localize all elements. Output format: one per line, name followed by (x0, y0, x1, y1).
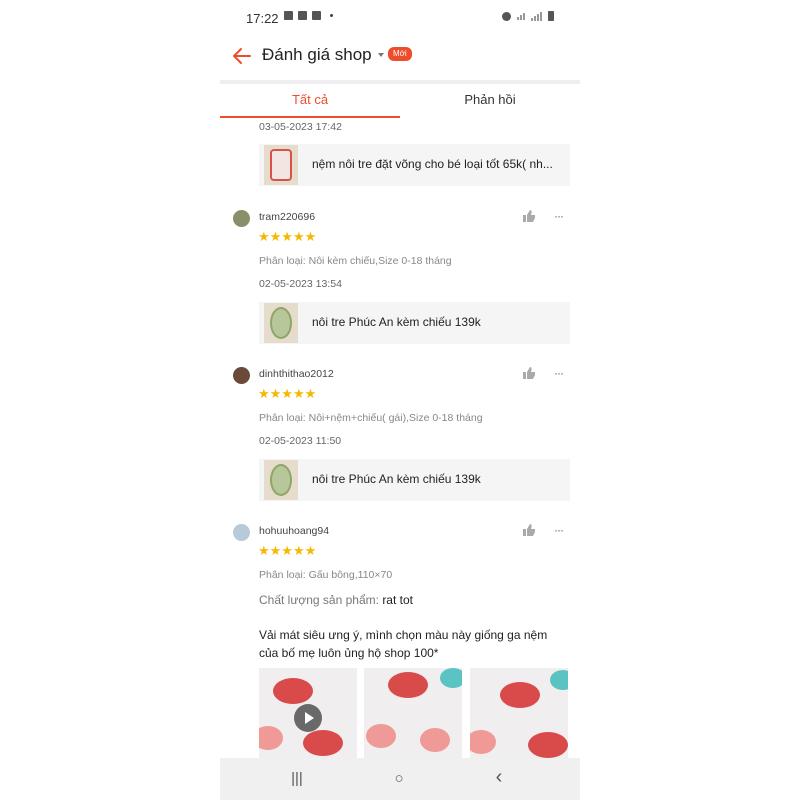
back-arrow-icon[interactable] (230, 44, 254, 68)
back-button[interactable]: ‹ (484, 766, 514, 788)
shop-icon (298, 11, 307, 20)
notification-icons (284, 11, 333, 20)
tab-all[interactable]: Tất cả (220, 84, 400, 118)
status-time: 17:22 (246, 11, 279, 26)
home-button[interactable]: ○ (384, 770, 414, 788)
product-name: nôi tre Phúc An kèm chiếu 139k (312, 315, 481, 329)
product-thumbnail (264, 303, 298, 343)
rating-stars: ★★★★★ (258, 543, 317, 558)
battery-icon (548, 11, 554, 21)
play-icon[interactable] (294, 704, 322, 732)
review-list[interactable]: 03-05-2023 17:42 nệm nôi tre đặt võng ch… (220, 118, 580, 758)
thumbs-up-icon[interactable] (522, 366, 536, 380)
review-variant: Phân loại: Gấu bông,110×70 (259, 569, 393, 581)
app-header: Đánh giá shop Mới (220, 34, 580, 84)
status-bar: 17:22 (220, 0, 580, 34)
signal-icon (531, 11, 542, 21)
review-username: tram220696 (259, 211, 316, 223)
wifi-icon (517, 12, 525, 20)
image-icon (284, 11, 293, 20)
thumbs-up-icon[interactable] (522, 209, 536, 223)
review-photo[interactable] (470, 668, 568, 758)
tab-replies[interactable]: Phản hồi (400, 84, 580, 118)
avatar (233, 524, 250, 541)
more-options-icon[interactable]: ··· (554, 367, 568, 381)
dot-icon (330, 14, 333, 17)
review-date: 02-05-2023 13:54 (259, 278, 342, 290)
new-badge: Mới (388, 47, 412, 61)
product-thumbnail (264, 460, 298, 500)
rating-stars: ★★★★★ (258, 386, 317, 401)
alarm-icon (502, 11, 511, 21)
review-date: 03-05-2023 17:42 (259, 121, 342, 133)
review-text-line: Vải mát siêu ưng ý, mình chọn màu này gi… (259, 628, 548, 642)
review-variant: Phân loại: Nôi kèm chiếu,Size 0-18 tháng (259, 255, 452, 267)
review-date: 02-05-2023 11:50 (259, 435, 342, 447)
dropdown-caret-icon[interactable] (378, 53, 384, 57)
product-card[interactable]: nôi tre Phúc An kèm chiếu 139k (259, 302, 570, 344)
product-name: nôi tre Phúc An kèm chiếu 139k (312, 472, 481, 486)
review-username: hohuuhoang94 (259, 525, 330, 537)
phone-screen: 17:22 Đánh giá shop Mới Tất cả Phản hồi … (220, 0, 580, 800)
review-photo[interactable] (364, 668, 462, 758)
system-nav-bar: ||| ○ ‹ (220, 758, 580, 800)
product-card[interactable]: nệm nôi tre đặt võng cho bé loại tốt 65k… (259, 144, 570, 186)
review-variant: Phân loại: Nôi+nệm+chiếu( gái),Size 0-18… (259, 412, 483, 424)
quality-label: Chất lượng sản phẩm: (259, 593, 379, 607)
more-options-icon[interactable]: ··· (554, 210, 568, 224)
more-options-icon[interactable]: ··· (554, 524, 568, 538)
quality-line: Chất lượng sản phẩm: rat tot (259, 593, 413, 607)
rating-stars: ★★★★★ (258, 229, 317, 244)
review-text: Vải mát siêu ưng ý, mình chọn màu này gi… (259, 626, 559, 662)
avatar (233, 210, 250, 227)
avatar (233, 367, 250, 384)
quality-value: rat tot (382, 593, 413, 607)
product-card[interactable]: nôi tre Phúc An kèm chiếu 139k (259, 459, 570, 501)
review-text-line: của bố mẹ luôn ủng hộ shop 100* (259, 646, 439, 660)
review-username: dinhthithao2012 (259, 368, 334, 380)
page-title[interactable]: Đánh giá shop (262, 45, 372, 65)
tab-bar: Tất cả Phản hồi (220, 84, 580, 118)
grid-icon (312, 11, 321, 20)
thumbs-up-icon[interactable] (522, 523, 536, 537)
product-thumbnail (264, 145, 298, 185)
review-video-thumbnail[interactable] (259, 668, 357, 758)
recent-apps-button[interactable]: ||| (282, 770, 312, 788)
system-icons (502, 11, 554, 21)
product-name: nệm nôi tre đặt võng cho bé loại tốt 65k… (312, 157, 553, 171)
